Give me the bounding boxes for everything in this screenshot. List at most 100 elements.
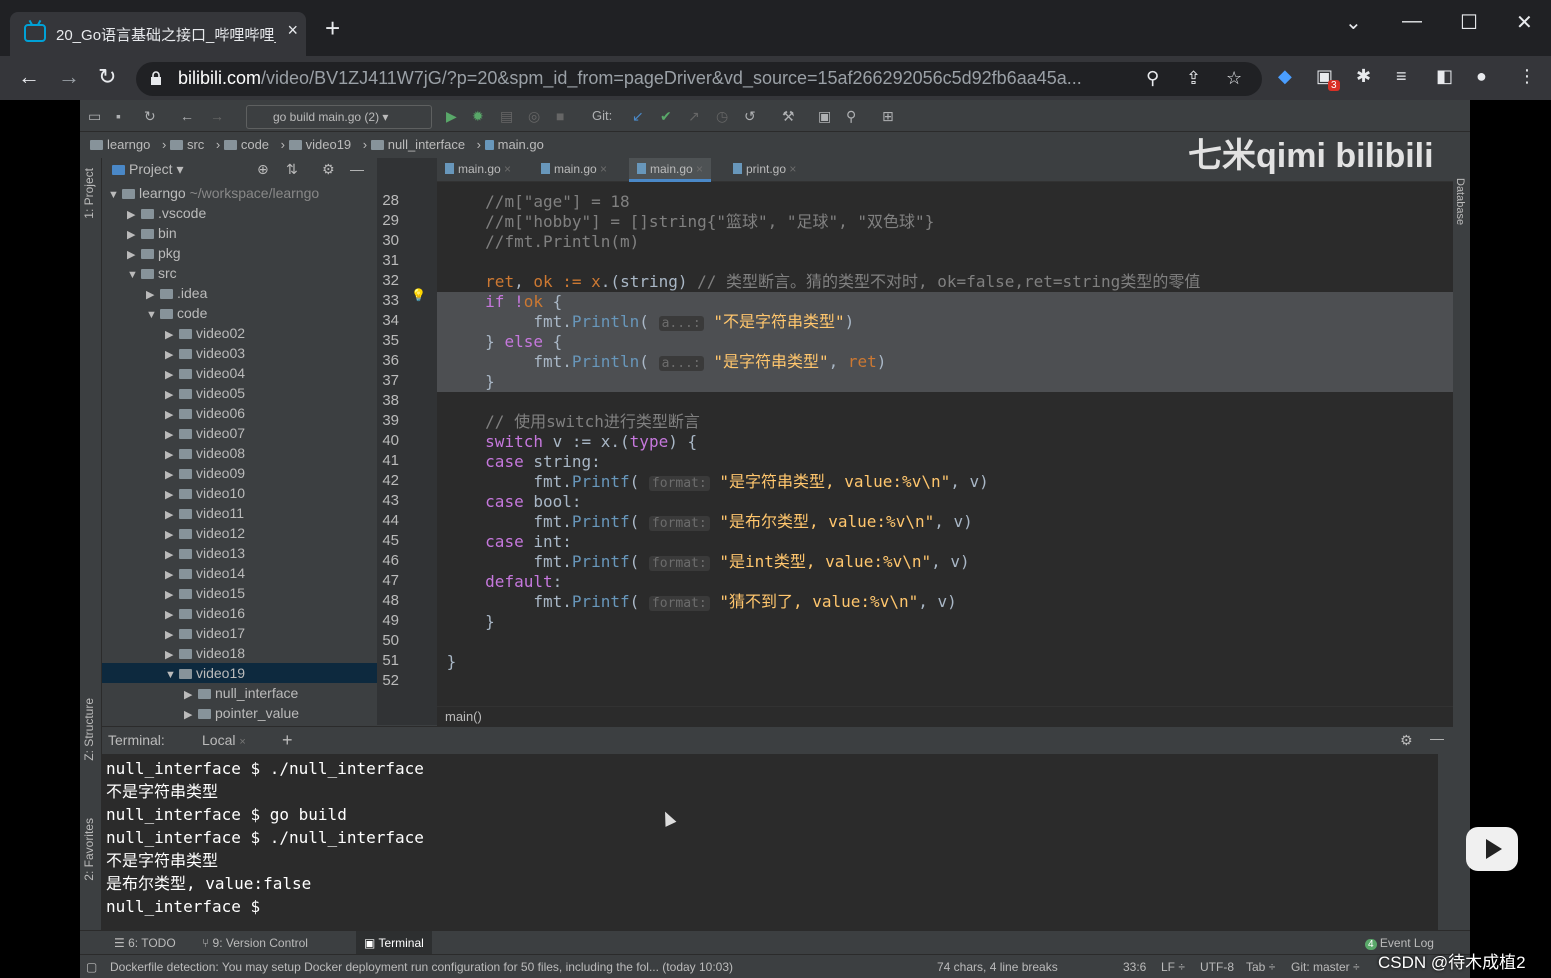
tree-item[interactable]: ▶ video08 (102, 443, 377, 463)
tree-item[interactable]: ▶ .vscode (102, 203, 377, 223)
collapsed-arrow-icon[interactable]: ▶ (165, 465, 179, 485)
file-encoding[interactable]: UTF-8 (1200, 960, 1234, 974)
extension-gem-icon[interactable]: ◆ (1278, 66, 1292, 87)
code-editor[interactable]: main.go × main.go × main.go × print.go × //… (437, 158, 1453, 725)
editor-tab-close-icon[interactable]: × (597, 162, 607, 176)
editor-tab[interactable]: print.go × (725, 158, 804, 182)
tree-item[interactable]: ▶ .idea (102, 283, 377, 303)
collapsed-arrow-icon[interactable]: ▶ (165, 585, 179, 605)
project-structure-icon[interactable]: ▣ (818, 108, 831, 125)
git-history-icon[interactable]: ◷ (716, 108, 728, 125)
git-push-icon[interactable]: ↗ (688, 108, 700, 125)
settings-wrench-icon[interactable]: ⚒ (782, 108, 795, 125)
run-configuration-select[interactable]: go build main.go (2) ▾ (246, 105, 432, 129)
maximize-icon[interactable]: ☐ (1460, 10, 1478, 35)
tree-item[interactable]: ▶ video07 (102, 423, 377, 443)
tree-item[interactable]: ▶ video10 (102, 483, 377, 503)
share-icon[interactable]: ⇪ (1186, 68, 1201, 89)
terminal-tool-tab[interactable]: ▣ Terminal (356, 931, 432, 955)
bookmark-star-icon[interactable]: ☆ (1226, 68, 1242, 89)
expanded-arrow-icon[interactable]: ▼ (146, 305, 160, 325)
stop-icon[interactable]: ■ (556, 108, 564, 124)
profile-icon[interactable]: ◎ (528, 108, 540, 125)
side-panel-icon[interactable]: ◧ (1436, 66, 1453, 87)
tree-item[interactable]: ▶ video03 (102, 343, 377, 363)
search-everywhere-icon[interactable]: ⚲ (846, 108, 856, 125)
reload-icon[interactable]: ↻ (98, 64, 116, 90)
git-rollback-icon[interactable]: ↺ (744, 108, 756, 125)
tree-item[interactable]: ▶ video05 (102, 383, 377, 403)
tree-item[interactable]: ▼ src (102, 263, 377, 283)
structure-tool-tab[interactable]: Z: Structure (82, 698, 96, 761)
git-update-icon[interactable]: ↙ (632, 108, 644, 125)
collapsed-arrow-icon[interactable]: ▶ (165, 505, 179, 525)
tree-item[interactable]: ▶ video15 (102, 583, 377, 603)
favorites-tool-tab[interactable]: 2: Favorites (82, 818, 96, 881)
terminal-tab-local[interactable]: Local × (202, 732, 246, 748)
zoom-icon[interactable]: ⚲ (1146, 68, 1159, 89)
collapsed-arrow-icon[interactable]: ▶ (165, 545, 179, 565)
extensions-puzzle-icon[interactable]: ✱ (1356, 66, 1371, 87)
project-tool-tab[interactable]: 1: Project (82, 168, 96, 219)
collapsed-arrow-icon[interactable]: ▶ (165, 385, 179, 405)
collapsed-arrow-icon[interactable]: ▶ (165, 365, 179, 385)
minimize-icon[interactable]: — (1402, 10, 1422, 33)
editor-tab[interactable]: main.go × (437, 158, 519, 182)
media-control-icon[interactable]: ≡ (1396, 66, 1407, 87)
tree-item[interactable]: ▶ video13 (102, 543, 377, 563)
tree-item[interactable]: ▶ video06 (102, 403, 377, 423)
collapse-all-icon[interactable]: ⇅ (286, 161, 298, 178)
tree-item[interactable]: ▶ video02 (102, 323, 377, 343)
tree-item[interactable]: ▼ code (102, 303, 377, 323)
forward-icon[interactable]: → (58, 64, 80, 90)
locate-icon[interactable]: ⊕ (257, 161, 269, 178)
profile-avatar-icon[interactable]: ● (1476, 66, 1487, 87)
editor-tab-close-icon[interactable]: × (786, 162, 796, 176)
tree-item[interactable]: ▶ video12 (102, 523, 377, 543)
git-commit-icon[interactable]: ✔ (660, 108, 672, 125)
expanded-arrow-icon[interactable]: ▼ (108, 185, 122, 205)
expanded-arrow-icon[interactable]: ▼ (165, 665, 179, 685)
sync-icon[interactable]: ↻ (144, 108, 156, 125)
collapsed-arrow-icon[interactable]: ▶ (165, 565, 179, 585)
terminal-tab-close-icon[interactable]: × (239, 736, 245, 748)
tree-item[interactable]: ▶ video09 (102, 463, 377, 483)
collapsed-arrow-icon[interactable]: ▶ (165, 345, 179, 365)
run-icon[interactable]: ▶ (446, 108, 457, 125)
nav-back-icon[interactable]: ← (180, 108, 194, 124)
collapsed-arrow-icon[interactable]: ▶ (165, 405, 179, 425)
terminal-hide-icon[interactable]: — (1430, 730, 1444, 746)
nav-forward-icon[interactable]: → (210, 108, 224, 124)
terminal-settings-icon[interactable]: ⚙ (1400, 732, 1413, 749)
bilibili-play-button[interactable] (1466, 827, 1518, 871)
project-view-select[interactable]: Project ▾ (112, 161, 184, 177)
tree-item[interactable]: ▼ learngo ~/workspace/learngo (102, 183, 377, 203)
open-folder-icon[interactable]: ▭ (88, 108, 101, 125)
tab-close-button[interactable]: × (287, 20, 298, 41)
intention-bulb-icon[interactable]: 💡 (411, 288, 426, 302)
collapsed-arrow-icon[interactable]: ▶ (165, 445, 179, 465)
tree-item[interactable]: ▶ video11 (102, 503, 377, 523)
hide-panel-icon[interactable]: — (350, 161, 364, 177)
version-control-tab[interactable]: ⑂ 9: Version Control (202, 936, 308, 950)
back-icon[interactable]: ← (18, 64, 40, 90)
close-window-icon[interactable]: ✕ (1516, 10, 1533, 35)
collapsed-arrow-icon[interactable]: ▶ (146, 285, 160, 305)
collapsed-arrow-icon[interactable]: ▶ (184, 685, 198, 705)
tree-item[interactable]: ▶ video14 (102, 563, 377, 583)
new-tab-button[interactable]: + (325, 15, 340, 41)
collapsed-arrow-icon[interactable]: ▶ (165, 485, 179, 505)
panel-settings-icon[interactable]: ⚙ (322, 161, 335, 178)
todo-tab[interactable]: ☰ 6: TODO (114, 936, 176, 950)
tree-item[interactable]: ▶ video18 (102, 643, 377, 663)
collapsed-arrow-icon[interactable]: ▶ (127, 245, 141, 265)
editor-tab[interactable]: main.go × (629, 158, 712, 182)
expanded-arrow-icon[interactable]: ▼ (127, 265, 141, 285)
status-message[interactable]: Dockerfile detection: You may setup Dock… (110, 960, 733, 974)
collapsed-arrow-icon[interactable]: ▶ (165, 625, 179, 645)
editor-tab-close-icon[interactable]: × (501, 162, 511, 176)
editor-tab[interactable]: main.go × (533, 158, 615, 182)
database-tool-tab[interactable]: Database (1454, 178, 1466, 225)
collapsed-arrow-icon[interactable]: ▶ (165, 645, 179, 665)
collapsed-arrow-icon[interactable]: ▶ (165, 605, 179, 625)
